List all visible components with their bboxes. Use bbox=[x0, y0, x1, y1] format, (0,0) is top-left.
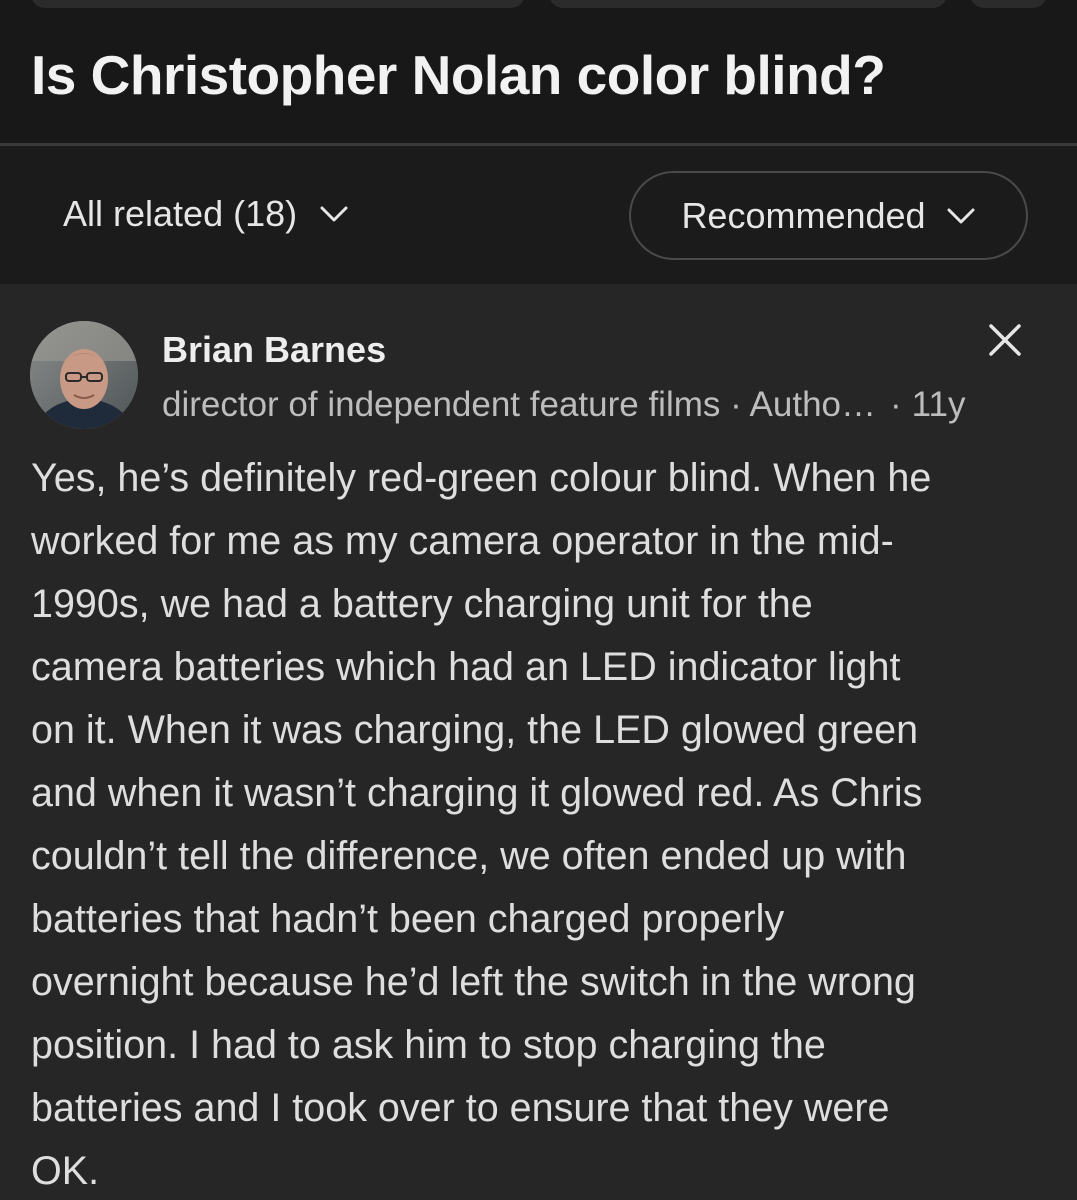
avatar[interactable] bbox=[30, 321, 138, 429]
answer-line: batteries that hadn’t been charged prope… bbox=[31, 897, 785, 941]
top-tab-strip[interactable] bbox=[970, 0, 1047, 8]
answer-line: camera batteries which had an LED indica… bbox=[31, 645, 901, 689]
answer-line: Yes, he’s definitely red-green colour bl… bbox=[31, 456, 932, 500]
all-related-label: All related (18) bbox=[63, 193, 298, 234]
separator-dot: · bbox=[890, 385, 902, 424]
answer-line: overnight because he’d left the switch i… bbox=[31, 960, 916, 1004]
answer-line: and when it wasn’t charging it glowed re… bbox=[31, 771, 923, 815]
chevron-down-icon bbox=[319, 204, 349, 224]
all-related-dropdown[interactable]: All related (18) bbox=[63, 193, 349, 235]
answer-line: batteries and I took over to ensure that… bbox=[31, 1086, 890, 1130]
answer-line: on it. When it was charging, the LED glo… bbox=[31, 708, 919, 752]
sort-dropdown[interactable]: Recommended bbox=[629, 171, 1028, 260]
chevron-down-icon bbox=[946, 206, 976, 226]
answer-line: couldn’t tell the difference, we often e… bbox=[31, 834, 907, 878]
answer-line: worked for me as my camera operator in t… bbox=[31, 519, 894, 563]
author-name[interactable]: Brian Barnes bbox=[162, 329, 386, 371]
author-credential-row: director of independent feature films · … bbox=[162, 385, 1047, 425]
close-icon[interactable] bbox=[985, 320, 1025, 360]
question-title: Is Christopher Nolan color blind? bbox=[31, 44, 886, 106]
author-credential[interactable]: director of independent feature films · … bbox=[162, 385, 876, 425]
answer-line: OK. bbox=[31, 1149, 100, 1193]
filter-bar: All related (18) Recommended bbox=[0, 146, 1077, 284]
answer-line: position. I had to ask him to stop charg… bbox=[31, 1023, 826, 1067]
answer-line: 1990s, we had a battery charging unit fo… bbox=[31, 582, 813, 626]
sort-label: Recommended bbox=[681, 194, 926, 236]
question-header: Is Christopher Nolan color blind? bbox=[0, 0, 1077, 146]
answer-age[interactable]: 11y bbox=[912, 385, 966, 425]
top-tab-strip[interactable] bbox=[549, 0, 947, 8]
answer-card: Brian Barnes director of independent fea… bbox=[0, 284, 1077, 1200]
answer-body: Yes, he’s definitely red-green colour bl… bbox=[31, 447, 1051, 1200]
top-tab-strip[interactable] bbox=[31, 0, 525, 8]
